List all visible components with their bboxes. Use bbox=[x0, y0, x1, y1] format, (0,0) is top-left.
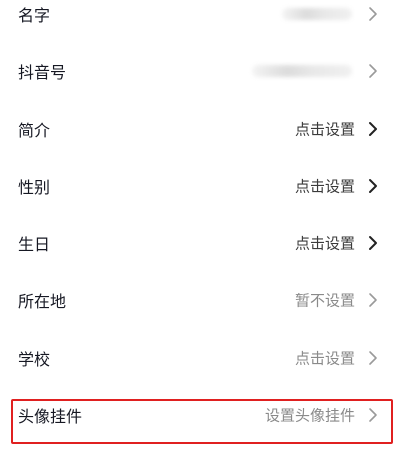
row-bio-label: 简介 bbox=[18, 121, 51, 140]
row-douyin-id[interactable]: 抖音号 bbox=[0, 51, 400, 91]
row-location-label: 所在地 bbox=[18, 292, 67, 311]
row-name[interactable]: 名字 bbox=[0, 0, 400, 34]
chevron-right-icon bbox=[369, 236, 377, 250]
row-location-value: 暂不设置 bbox=[294, 291, 355, 310]
chevron-right-icon bbox=[369, 122, 377, 136]
row-bio-value: 点击设置 bbox=[294, 120, 355, 139]
chevron-right-icon bbox=[369, 7, 377, 21]
row-location[interactable]: 所在地 暂不设置 bbox=[0, 280, 400, 320]
chevron-right-icon bbox=[369, 293, 377, 307]
douyin-id-value-obscured bbox=[252, 65, 352, 77]
row-name-label: 名字 bbox=[18, 6, 51, 25]
highlight-annotation-box bbox=[11, 399, 393, 444]
chevron-right-icon bbox=[369, 179, 377, 193]
row-birthday-value: 点击设置 bbox=[294, 234, 355, 253]
row-gender-label: 性别 bbox=[18, 178, 51, 197]
row-bio[interactable]: 简介 点击设置 bbox=[0, 109, 400, 149]
chevron-right-icon bbox=[369, 64, 377, 78]
row-gender[interactable]: 性别 点击设置 bbox=[0, 166, 400, 206]
row-douyin-id-label: 抖音号 bbox=[18, 63, 67, 82]
row-birthday[interactable]: 生日 点击设置 bbox=[0, 223, 400, 263]
row-school-label: 学校 bbox=[18, 350, 51, 369]
row-birthday-label: 生日 bbox=[18, 235, 51, 254]
row-school-value: 点击设置 bbox=[294, 349, 355, 368]
row-gender-value: 点击设置 bbox=[294, 177, 355, 196]
row-school[interactable]: 学校 点击设置 bbox=[0, 338, 400, 378]
name-value-obscured bbox=[282, 8, 352, 20]
chevron-right-icon bbox=[369, 351, 377, 365]
